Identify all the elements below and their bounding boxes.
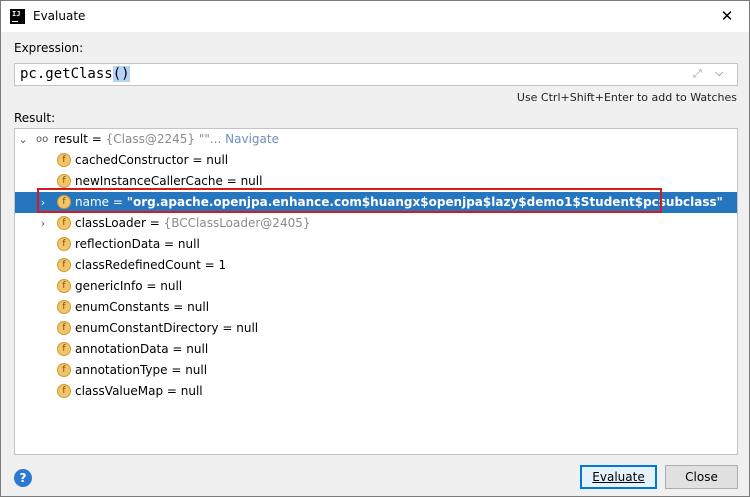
field-value: null [187,300,210,314]
evaluate-dialog: IJ Evaluate ✕ Expression: pc.getClass() … [0,0,750,497]
field-value: null [236,321,259,335]
result-tree[interactable]: ⌄ oo result = {Class@2245} ""... Navigat… [14,128,738,455]
field-value: null [180,384,203,398]
expand-arrow-icon[interactable]: › [37,213,49,234]
tree-row-classLoader[interactable]: › f classLoader = {BCClassLoader@2405} [15,213,737,234]
field-name: enumConstantDirectory [75,321,219,335]
field-text: classLoader = {BCClassLoader@2405} [75,216,311,230]
tree-row-enumConstants[interactable]: f enumConstants = null [15,297,737,318]
tree-row-annotationData[interactable]: f annotationData = null [15,339,737,360]
field-text: annotationType = null [75,363,208,377]
tree-row-annotationType[interactable]: f annotationType = null [15,360,737,381]
field-icon: f [57,279,71,293]
field-icon: f [57,153,71,167]
field-value: 1 [218,258,227,272]
field-name: reflectionData [75,237,161,251]
field-value: null [177,237,200,251]
field-name: classRedefinedCount [75,258,201,272]
collapse-arrow-icon[interactable]: ⌄ [17,129,29,150]
result-label: Result: [14,111,56,125]
field-icon: f [57,258,71,272]
field-name: enumConstants [75,300,170,314]
field-text: classRedefinedCount = 1 [75,258,227,272]
navigate-link[interactable]: Navigate [225,132,279,146]
field-icon: f [57,342,71,356]
expression-label: Expression: [14,41,84,55]
field-name: newInstanceCallerCache [75,174,223,188]
field-text: classValueMap = null [75,384,203,398]
tree-row-classRedefinedCount[interactable]: f classRedefinedCount = 1 [15,255,737,276]
close-button[interactable]: Close [665,465,738,489]
evaluate-button[interactable]: Evaluate [580,465,657,489]
field-name: cachedConstructor [75,153,189,167]
field-icon: f [57,174,71,188]
tree-row-result[interactable]: ⌄ oo result = {Class@2245} ""... Navigat… [15,129,737,150]
field-value: null [160,279,183,293]
close-icon[interactable]: ✕ [705,1,749,32]
expand-icon[interactable]: ⤢ [693,67,707,81]
field-value: null [185,363,208,377]
field-text: enumConstantDirectory = null [75,321,259,335]
field-name: classLoader [75,216,146,230]
field-icon: f [57,363,71,377]
tree-row-genericInfo[interactable]: f genericInfo = null [15,276,737,297]
tree-row-classValueMap[interactable]: f classValueMap = null [15,381,737,402]
watches-hint: Use Ctrl+Shift+Enter to add to Watches [516,91,737,104]
field-value: null [206,153,229,167]
watch-glasses-icon: oo [36,134,49,145]
field-name: annotationType [75,363,168,377]
window-title: Evaluate [33,9,86,23]
field-name: classValueMap [75,384,164,398]
tree-row-enumConstantDirectory[interactable]: f enumConstantDirectory = null [15,318,737,339]
field-icon: f [57,384,71,398]
field-value: null [240,174,263,188]
field-icon: f [57,216,71,230]
field-icon: f [57,321,71,335]
help-button[interactable]: ? [14,469,32,487]
intellij-icon: IJ [10,9,25,24]
field-value: {BCClassLoader@2405} [163,216,311,230]
field-text: reflectionData = null [75,237,200,251]
tree-row-cachedConstructor[interactable]: f cachedConstructor = null [15,150,737,171]
field-icon: f [57,237,71,251]
field-value: null [186,342,209,356]
field-name: annotationData [75,342,169,356]
highlight-annotation [37,188,662,213]
field-text: annotationData = null [75,342,209,356]
expression-text[interactable]: pc.getClass() [20,66,130,82]
title-bar: IJ Evaluate ✕ [1,1,749,32]
field-name: genericInfo [75,279,143,293]
tree-row-reflectionData[interactable]: f reflectionData = null [15,234,737,255]
field-text: enumConstants = null [75,300,210,314]
field-text: cachedConstructor = null [75,153,229,167]
result-node: result = {Class@2245} ""... Navigate [54,132,279,146]
expression-input[interactable]: pc.getClass() ⤢ ⌵ [14,63,738,86]
field-icon: f [57,300,71,314]
history-dropdown-icon[interactable]: ⌵ [715,66,729,82]
field-text: genericInfo = null [75,279,183,293]
